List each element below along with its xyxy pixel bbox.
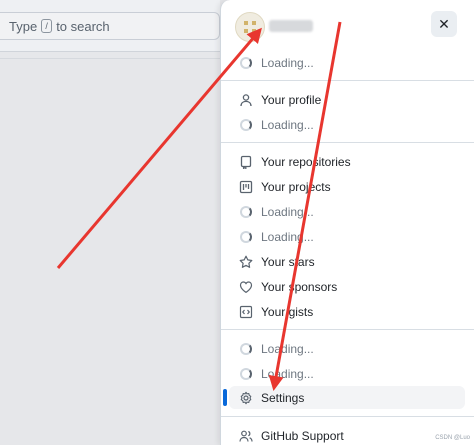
annotation-arrows xyxy=(56,21,342,391)
arrow-to-avatar xyxy=(56,27,262,269)
arrow-to-settings xyxy=(268,21,342,391)
